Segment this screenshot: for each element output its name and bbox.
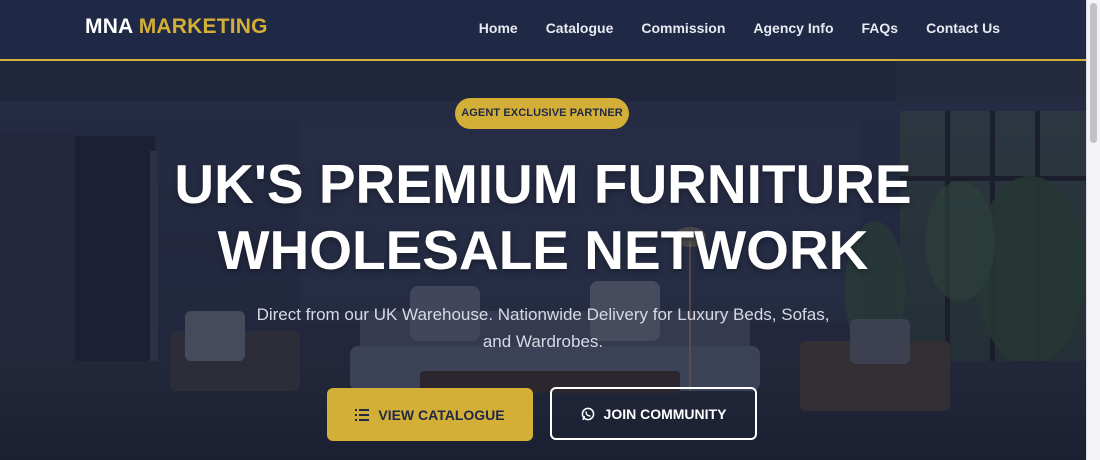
logo-main-text: MNA [85, 15, 133, 38]
logo-accent-text: MARKETING [138, 15, 268, 38]
join-community-button[interactable]: JOIN COMMUNITY [550, 387, 757, 440]
page-scrollbar[interactable] [1086, 0, 1100, 460]
hero-title: UK'S PREMIUM FURNITURE WHOLESALE NETWORK [0, 151, 1086, 283]
hero-title-line-2: WHOLESALE NETWORK [217, 219, 869, 281]
whatsapp-icon [581, 407, 595, 421]
view-catalogue-button[interactable]: VIEW CATALOGUE [327, 388, 533, 441]
scrollbar-thumb[interactable] [1090, 3, 1097, 143]
nav-item-catalogue[interactable]: Catalogue [546, 20, 614, 36]
hero-section: AGENT EXCLUSIVE PARTNER UK'S PREMIUM FUR… [0, 61, 1086, 460]
join-community-label: JOIN COMMUNITY [603, 405, 727, 422]
site-header: MNA MARKETING Home Catalogue Commission … [0, 0, 1086, 61]
agent-exclusive-badge: AGENT EXCLUSIVE PARTNER [455, 98, 629, 129]
nav-item-contact-us[interactable]: Contact Us [926, 20, 1000, 36]
view-catalogue-label: VIEW CATALOGUE [378, 406, 505, 423]
page-viewport: MNA MARKETING Home Catalogue Commission … [0, 0, 1086, 460]
hero-subtitle: Direct from our UK Warehouse. Nationwide… [256, 305, 830, 351]
nav-item-commission[interactable]: Commission [641, 20, 725, 36]
main-nav: Home Catalogue Commission Agency Info FA… [451, 20, 1000, 36]
list-icon [355, 408, 370, 421]
site-logo[interactable]: MNA MARKETING [85, 15, 268, 39]
hero-title-line-1: UK'S PREMIUM FURNITURE [174, 153, 912, 215]
nav-item-home[interactable]: Home [479, 20, 518, 36]
nav-item-faqs[interactable]: FAQs [862, 20, 899, 36]
nav-item-agency-info[interactable]: Agency Info [753, 20, 833, 36]
